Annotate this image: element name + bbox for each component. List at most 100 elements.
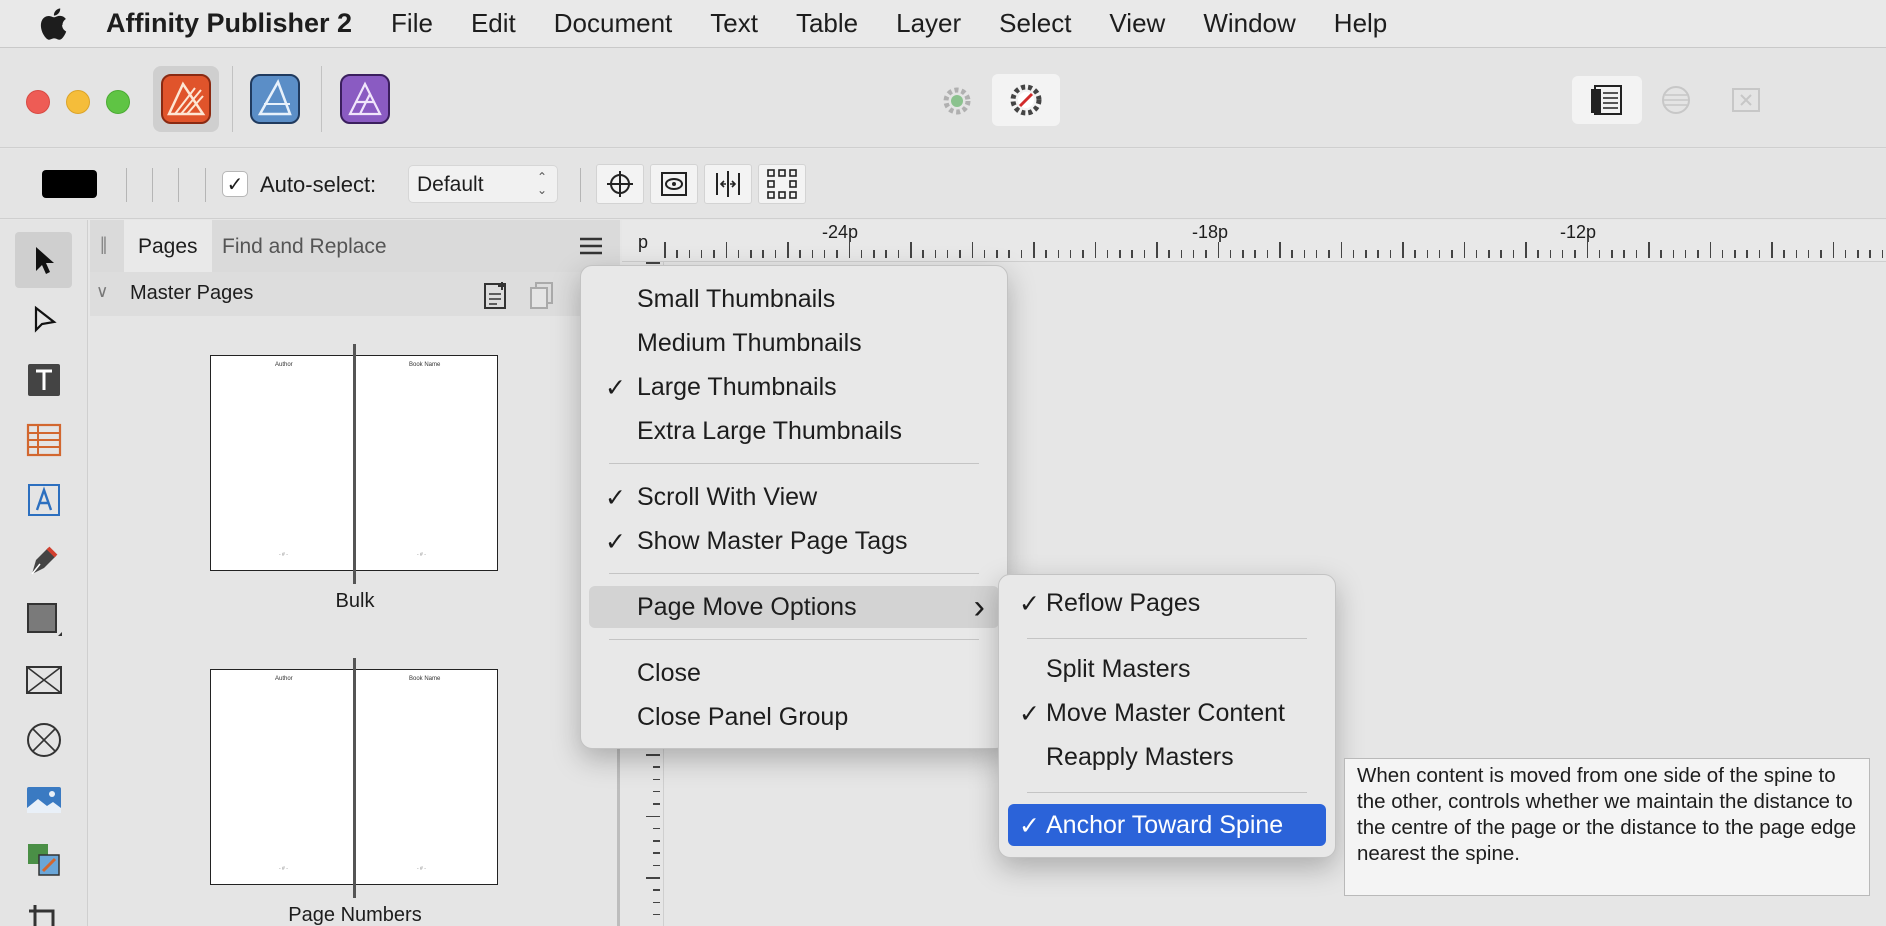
alignment-grid-button[interactable] — [758, 164, 806, 204]
menu-help[interactable]: Help — [1315, 8, 1406, 39]
designer-icon — [250, 74, 300, 124]
ruler-tick — [910, 242, 912, 258]
designer-persona-button[interactable] — [242, 66, 308, 132]
ruler-tick — [1660, 250, 1662, 258]
preflight-settings-icon[interactable] — [932, 78, 982, 124]
page-move-options-submenu: ✓ Reflow Pages Split Masters ✓ Move Master… — [998, 574, 1336, 858]
chevron-down-icon[interactable]: ∨ — [96, 282, 108, 302]
transform-origin-button[interactable] — [596, 164, 644, 204]
page-number-marker: - # - — [279, 866, 288, 872]
submenu-item-reflow-pages[interactable]: ✓ Reflow Pages — [1008, 582, 1326, 624]
auto-select-value: Default — [417, 173, 484, 196]
ruler-tick — [1525, 242, 1527, 258]
fill-color-swatch[interactable] — [42, 170, 97, 198]
menu-item-label: Medium Thumbnails — [637, 329, 862, 357]
ellipse-frame-tool[interactable] — [15, 712, 72, 768]
submenu-item-move-master-content[interactable]: ✓ Move Master Content — [1008, 692, 1326, 734]
photo-persona-button[interactable] — [332, 66, 398, 132]
menu-file[interactable]: File — [372, 8, 452, 39]
maximize-window-button[interactable] — [106, 90, 130, 114]
ruler-tick — [1131, 250, 1133, 258]
menu-layer[interactable]: Layer — [877, 8, 980, 39]
toolbar-divider — [580, 168, 581, 202]
menu-item-large-thumbnails[interactable]: ✓ Large Thumbnails — [589, 366, 999, 408]
artistic-text-tool[interactable] — [15, 472, 72, 528]
ellipse-frame-icon — [26, 723, 61, 757]
master-pages-header[interactable]: ∨ Master Pages — [90, 272, 620, 316]
rectangle-tool[interactable] — [15, 592, 72, 648]
menu-view[interactable]: View — [1090, 8, 1184, 39]
menu-item-close[interactable]: Close — [589, 652, 999, 694]
ruler-tick — [996, 250, 998, 258]
menu-edit[interactable]: Edit — [452, 8, 535, 39]
menu-document[interactable]: Document — [535, 8, 692, 39]
ruler-tick — [1844, 250, 1847, 258]
master-thumbnail-bulk[interactable]: Author Book Name - # - - # - — [210, 344, 498, 584]
submenu-item-anchor-toward-spine[interactable]: ✓ Anchor Toward Spine — [1008, 804, 1326, 846]
ruler-tick — [1512, 250, 1515, 258]
ruler-tick — [1438, 250, 1441, 258]
auto-select-checkbox[interactable]: ✓ — [222, 171, 248, 197]
tab-find-and-replace[interactable]: Find and Replace — [222, 220, 422, 272]
show-selection-box-button[interactable] — [650, 164, 698, 204]
page-number-marker: - # - — [417, 552, 426, 558]
ruler-tick — [799, 250, 801, 258]
submenu-item-reapply-masters[interactable]: Reapply Masters — [1008, 736, 1326, 778]
ruler-tick — [885, 250, 887, 258]
app-name-menu[interactable]: Affinity Publisher 2 — [106, 8, 352, 39]
menu-item-medium-thumbnails[interactable]: Medium Thumbnails — [589, 322, 999, 364]
clip-view-icon[interactable] — [1726, 80, 1766, 120]
panel-drag-handle[interactable]: || — [100, 234, 108, 255]
menu-item-extra-large-thumbnails[interactable]: Extra Large Thumbnails — [589, 410, 999, 452]
ruler-tick — [1475, 250, 1478, 258]
master-thumbnail-page-numbers[interactable]: Author Book Name - # - - # - — [210, 658, 498, 898]
duplicate-master-icon[interactable] — [528, 280, 556, 316]
menu-item-page-move-options[interactable]: Page Move Options › — [589, 586, 999, 628]
ruler-tick — [1217, 242, 1219, 258]
menu-item-show-master-page-tags[interactable]: ✓ Show Master Page Tags — [589, 520, 999, 562]
picture-frame-tool[interactable] — [15, 652, 72, 708]
menu-text[interactable]: Text — [691, 8, 777, 39]
auto-select-dropdown[interactable]: Default ⌃ ⌄ — [408, 165, 558, 203]
tab-find-replace-label: Find and Replace — [222, 235, 387, 258]
apple-icon[interactable] — [0, 7, 106, 41]
ruler-tick — [1033, 242, 1035, 258]
resource-manager-tool[interactable] — [15, 832, 72, 888]
move-tool[interactable] — [15, 232, 72, 288]
menu-item-close-panel-group[interactable]: Close Panel Group — [589, 696, 999, 738]
tooltip: When content is moved from one side of t… — [1344, 758, 1870, 896]
menu-table[interactable]: Table — [777, 8, 877, 39]
frame-text-tool[interactable] — [15, 352, 72, 408]
ruler-tick — [1537, 250, 1539, 258]
table-icon — [26, 423, 61, 457]
ruler-tick — [1279, 242, 1281, 258]
menu-select[interactable]: Select — [980, 8, 1090, 39]
menu-item-small-thumbnails[interactable]: Small Thumbnails — [589, 278, 999, 320]
bleed-view-icon[interactable] — [1656, 80, 1696, 120]
panel-menu-icon[interactable] — [578, 234, 606, 260]
ruler-tick — [1881, 250, 1884, 258]
horizontal-ruler[interactable]: p -24p -18p -12p — [622, 220, 1886, 262]
ruler-tick — [1648, 242, 1650, 258]
right-header-text: Book Name — [409, 362, 441, 368]
image-icon — [26, 787, 61, 813]
document-view-button[interactable] — [1572, 76, 1642, 124]
ruler-tick — [811, 250, 814, 258]
submenu-item-split-masters[interactable]: Split Masters — [1008, 648, 1326, 690]
pen-tool[interactable] — [15, 532, 72, 588]
close-window-button[interactable] — [26, 90, 50, 114]
menu-separator — [1027, 638, 1307, 639]
ruler-tick — [860, 250, 863, 258]
tab-pages[interactable]: Pages — [124, 220, 212, 272]
menu-item-scroll-with-view[interactable]: ✓ Scroll With View — [589, 476, 999, 518]
add-master-icon[interactable] — [482, 280, 510, 316]
spread-move-button[interactable] — [704, 164, 752, 204]
minimize-window-button[interactable] — [66, 90, 90, 114]
table-tool[interactable] — [15, 412, 72, 468]
publisher-persona-button[interactable] — [153, 66, 219, 132]
node-tool[interactable] — [15, 292, 72, 348]
crop-tool[interactable] — [15, 892, 72, 926]
menu-window[interactable]: Window — [1184, 8, 1314, 39]
place-image-tool[interactable] — [15, 772, 72, 828]
preflight-warning-icon[interactable] — [992, 74, 1060, 126]
